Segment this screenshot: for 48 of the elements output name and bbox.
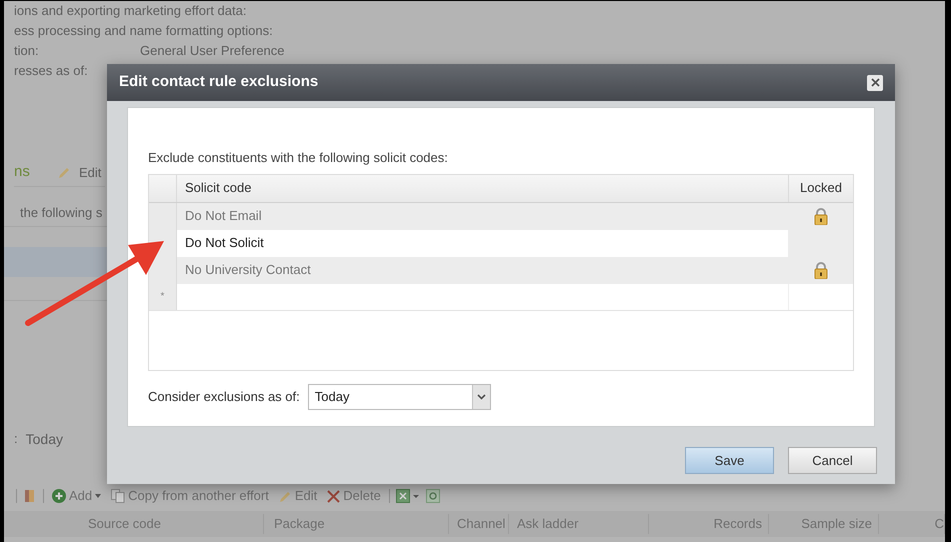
plus-circle-icon	[52, 489, 66, 503]
table-row[interactable]: No University Contact	[149, 256, 853, 284]
date-dropdown[interactable]: Today	[308, 384, 491, 410]
form-value: General User Preference	[140, 42, 285, 60]
column-header: Locked	[788, 174, 853, 202]
form-label: ess processing and name formatting options:	[14, 23, 273, 38]
column-header: Solicit code	[184, 179, 252, 198]
form-label: resses as of:	[14, 63, 88, 78]
form-label: tion:	[14, 43, 39, 58]
table-cell-text: No University Contact	[184, 261, 312, 280]
column-header: Records	[649, 514, 769, 534]
table-cell-text: Do Not Solicit	[184, 234, 265, 252]
column-header: Sample size	[769, 514, 879, 534]
edit-link[interactable]: Edit	[79, 162, 102, 182]
table-row[interactable]: Do Not Email	[149, 202, 853, 230]
column-header: C	[879, 514, 945, 534]
copy-icon	[111, 489, 126, 503]
new-row-marker: *	[149, 284, 177, 310]
caret-icon	[95, 494, 102, 498]
toolbar-button[interactable]: Add	[50, 486, 104, 506]
book-icon	[23, 489, 37, 503]
dialog-title: Edit contact rule exclusions	[119, 72, 318, 92]
spreadsheet-icon[interactable]	[396, 489, 420, 503]
grid-text: the following s	[20, 204, 102, 222]
field-label: Consider exclusions as of:	[148, 388, 300, 406]
save-button[interactable]: Save	[685, 447, 774, 474]
x-icon	[327, 490, 340, 502]
column-header: Channel	[449, 514, 509, 534]
pencil-icon	[58, 166, 71, 179]
cancel-button[interactable]: Cancel	[788, 447, 877, 474]
column-header: Source code	[4, 514, 264, 534]
form-value: Today	[26, 430, 63, 449]
column-header: Package	[264, 514, 449, 534]
form-label: :	[14, 430, 18, 448]
close-icon	[870, 78, 880, 87]
instruction-text: Exclude constituents with the following solicit codes:	[148, 149, 449, 167]
toolbar-button[interactable]: Edit	[276, 486, 320, 506]
table-row[interactable]: Do Not Solicit	[149, 230, 853, 256]
toolbar-button[interactable]: Copy from another effort	[109, 486, 271, 506]
toolbar-button[interactable]: Delete	[325, 486, 383, 506]
pencil-icon	[278, 490, 292, 502]
refresh-icon[interactable]	[426, 489, 440, 503]
table-cell-text: Do Not Email	[184, 207, 263, 226]
close-button[interactable]	[867, 74, 883, 90]
column-header: Ask ladder	[509, 514, 649, 534]
section-title: ns	[14, 162, 31, 182]
form-label: ions and exporting marketing effort data:	[14, 3, 246, 18]
chevron-down-icon	[476, 394, 486, 400]
